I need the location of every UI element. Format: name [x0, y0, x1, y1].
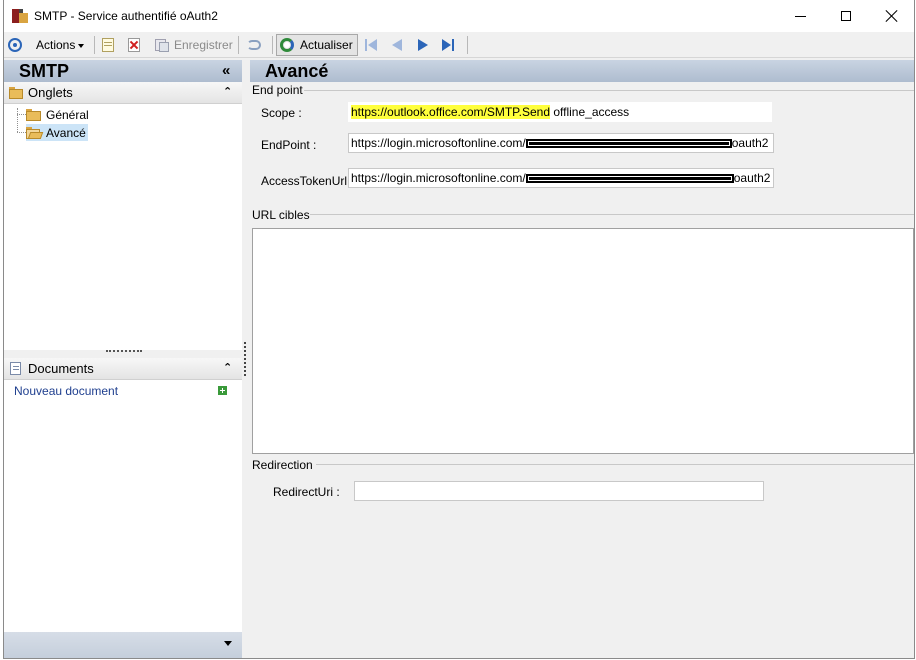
- endpoint-section-label: End point: [252, 83, 303, 97]
- documents-list: Nouveau document: [4, 380, 242, 632]
- actions-menu[interactable]: Actions: [36, 34, 85, 56]
- redirect-uri-field[interactable]: [354, 481, 764, 501]
- section-divider: [316, 464, 914, 465]
- refresh-label: Actualiser: [300, 38, 353, 52]
- document-icon: [10, 362, 21, 375]
- tabs-group-label: Onglets: [28, 85, 73, 100]
- endpoint-field[interactable]: https://login.microsoftonline.com/oauth2: [348, 133, 774, 153]
- collapse-up-icon[interactable]: ⌃: [223, 85, 232, 98]
- scope-text: offline_access: [550, 105, 630, 119]
- left-panel-footer: [4, 632, 242, 658]
- tree-connector: [17, 132, 26, 133]
- last-record-button[interactable]: [441, 34, 455, 56]
- toolbar-separator: [467, 36, 468, 54]
- right-panel-header: Avancé: [250, 60, 914, 82]
- folder-icon: [9, 87, 25, 99]
- last-icon: [441, 38, 455, 52]
- refresh-button[interactable]: Actualiser: [276, 34, 358, 56]
- horizontal-splitter-grip[interactable]: [106, 350, 142, 354]
- close-button[interactable]: [869, 0, 914, 32]
- minimize-icon: [794, 15, 806, 17]
- save-button[interactable]: Enregistrer: [154, 34, 233, 56]
- open-folder-icon: [26, 126, 44, 139]
- documents-group-header[interactable]: Documents ⌃: [4, 358, 242, 380]
- tree-item-label: Général: [46, 107, 89, 122]
- delete-icon: [126, 37, 142, 53]
- save-label: Enregistrer: [174, 38, 233, 52]
- endpoint-prefix: https://login.microsoftonline.com/: [351, 136, 526, 150]
- maximize-icon: [841, 11, 851, 21]
- new-button[interactable]: [100, 34, 116, 56]
- app-icon: [12, 9, 28, 23]
- redirection-section-label: Redirection: [252, 458, 313, 472]
- toolbar-separator: [238, 36, 239, 54]
- navigation-menu-button[interactable]: [8, 34, 22, 56]
- dropdown-arrow-icon: [78, 44, 85, 48]
- first-icon: [364, 38, 378, 52]
- first-record-button[interactable]: [364, 34, 378, 56]
- delete-button[interactable]: [126, 34, 142, 56]
- scope-field[interactable]: https://outlook.office.com/SMTP.Send off…: [348, 102, 772, 122]
- endpoint-suffix: oauth2: [731, 136, 769, 150]
- collapse-up-icon[interactable]: ⌃: [223, 361, 232, 374]
- token-prefix: https://login.microsoftonline.com/: [351, 171, 526, 185]
- toolbar-separator: [94, 36, 95, 54]
- left-panel: SMTP « Onglets ⌃ Général Avancé Document…: [4, 60, 242, 658]
- redirect-uri-label: RedirectUri :: [273, 485, 340, 499]
- right-panel: Avancé End point Scope : https://outlook…: [250, 60, 914, 658]
- save-icon: [154, 37, 170, 53]
- tree-item-general[interactable]: Général: [26, 106, 91, 123]
- toolbar-separator: [272, 36, 273, 54]
- close-icon: [886, 10, 898, 22]
- tabs-group-header[interactable]: Onglets ⌃: [4, 82, 242, 104]
- app-window: SMTP - Service authentifié oAuth2 Action…: [3, 0, 915, 659]
- section-divider: [304, 90, 914, 91]
- next-icon: [416, 38, 430, 52]
- section-divider: [310, 214, 914, 215]
- tabs-tree: Général Avancé: [4, 104, 242, 350]
- collapse-panel-icon[interactable]: «: [222, 62, 230, 79]
- minimize-button[interactable]: [777, 0, 823, 32]
- redaction-bar: [525, 139, 732, 149]
- scope-highlighted-text: https://outlook.office.com/SMTP.Send: [351, 105, 550, 119]
- access-token-url-field[interactable]: https://login.microsoftonline.com/oauth2: [348, 168, 774, 188]
- new-document-link[interactable]: Nouveau document: [14, 384, 118, 398]
- previous-record-button[interactable]: [390, 34, 404, 56]
- scope-label: Scope :: [261, 106, 302, 120]
- sync-icon: [246, 37, 262, 53]
- access-token-url-label: AccessTokenUrl :: [261, 174, 354, 188]
- tree-item-advanced[interactable]: Avancé: [26, 124, 88, 141]
- add-icon[interactable]: [218, 386, 227, 395]
- next-record-button[interactable]: [416, 34, 430, 56]
- toolbar: Actions Enregistrer Actualiser: [4, 32, 914, 58]
- sync-button[interactable]: [246, 34, 262, 56]
- tree-connector: [17, 114, 26, 115]
- folder-icon: [26, 108, 42, 121]
- url-targets-textarea[interactable]: [252, 228, 914, 454]
- new-document-icon: [100, 37, 116, 53]
- actions-label: Actions: [36, 38, 76, 52]
- previous-icon: [390, 38, 404, 52]
- endpoint-label: EndPoint :: [261, 138, 317, 152]
- left-panel-header: SMTP «: [4, 60, 242, 82]
- window-title: SMTP - Service authentifié oAuth2: [34, 9, 218, 23]
- vertical-splitter-grip[interactable]: [244, 342, 246, 376]
- tree-connector: [17, 108, 18, 132]
- page-title: Avancé: [265, 61, 329, 81]
- documents-group-label: Documents: [28, 361, 94, 376]
- token-suffix: oauth2: [733, 171, 771, 185]
- left-panel-title: SMTP: [19, 61, 70, 81]
- tree-item-label: Avancé: [46, 125, 86, 140]
- title-bar[interactable]: SMTP - Service authentifié oAuth2: [4, 0, 914, 32]
- chevron-down-icon[interactable]: [224, 641, 232, 646]
- circle-nav-icon: [8, 38, 22, 52]
- redaction-bar: [525, 174, 734, 184]
- url-targets-section-label: URL cibles: [252, 208, 310, 222]
- maximize-button[interactable]: [823, 0, 869, 32]
- refresh-icon: [279, 37, 295, 53]
